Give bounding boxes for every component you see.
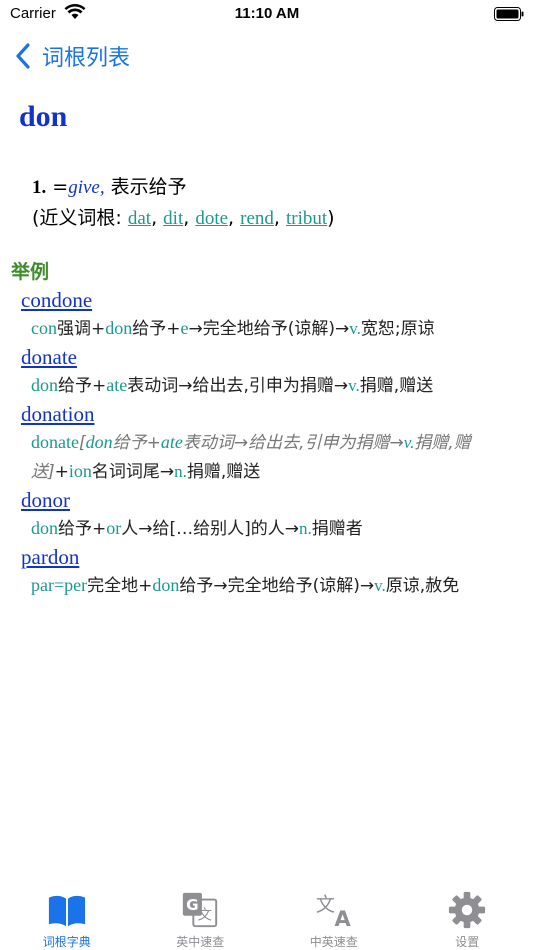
part-of-speech: n. [299, 519, 312, 538]
tab-settings[interactable]: 设置 [401, 880, 534, 950]
battery-icon [494, 7, 524, 21]
root-part: don [152, 575, 180, 595]
tab-label: 词根字典 [42, 935, 91, 949]
desc-part: 名词词尾→ [91, 462, 175, 482]
synonym-line: (近义词根: dat, dit, dote, rend, tribut) [32, 207, 335, 229]
root-part: don [31, 375, 58, 395]
example-word-pardon[interactable]: pardon [21, 543, 521, 571]
gear-icon [449, 891, 486, 929]
desc-part: →完全地给予(谅解)→ [188, 319, 350, 339]
example-desc-condone: con强调+don给予+e→完全地给予(谅解)→v.宽恕;原谅 [31, 314, 521, 343]
desc-part: 给予+ [132, 319, 181, 339]
root-part: don [85, 432, 113, 452]
part-of-speech: v. [348, 376, 360, 395]
desc-part: 捐赠,赠送 [186, 462, 261, 482]
example-word-donor[interactable]: donor [21, 486, 521, 514]
synonym-link-tribut[interactable]: tribut [286, 208, 327, 229]
example-desc-pardon: par=per完全地+don给予→完全地给予(谅解)→v.原谅,赦免 [31, 571, 521, 600]
desc-part: 人→给[…给别人]的人→ [121, 519, 300, 539]
root-part: per [64, 575, 88, 595]
svg-text:A: A [334, 907, 351, 930]
root-part: donate [31, 432, 79, 452]
desc-part: 捐赠者 [311, 519, 363, 539]
meaning-equals: = [52, 176, 69, 198]
part-of-speech: v. [374, 576, 386, 595]
desc-part: 原谅,赦免 [385, 576, 460, 596]
meaning-give: give, [68, 177, 105, 198]
example-word-donate[interactable]: donate [21, 343, 521, 371]
part-of-speech: v. [349, 319, 361, 338]
part-of-speech: n. [174, 462, 187, 481]
desc-part: 宽恕;原谅 [360, 319, 435, 339]
svg-text:G: G [186, 896, 199, 914]
synonym-prefix: (近义词根: [32, 207, 128, 229]
desc-part: 完全地+ [87, 576, 153, 596]
examples-header: 举例 [11, 261, 50, 283]
status-time: 11:10 AM [234, 5, 300, 22]
desc-part: + [54, 462, 69, 482]
synonym-link-dat[interactable]: dat [128, 208, 151, 229]
part-of-speech: v. [403, 433, 415, 452]
example-desc-donate: don给予+ate表动词→给出去,引申为捐赠→v.捐赠,赠送 [31, 371, 521, 400]
tab-root-dictionary[interactable]: 词根字典 [0, 880, 134, 950]
examples-list: condone con强调+don给予+e→完全地给予(谅解)→v.宽恕;原谅 … [21, 286, 521, 600]
root-part: or [106, 518, 122, 538]
meaning-line: 1. =give, 表示给予 [32, 172, 335, 203]
tab-en-cn-lookup[interactable]: 文 G 英中速查 [134, 880, 268, 950]
back-button-label: 词根列表 [42, 46, 131, 71]
root-part: ion [68, 461, 92, 481]
root-part: don [105, 318, 133, 338]
navigation-bar: 词根列表 [0, 30, 534, 80]
desc-part: 给予→完全地给予(谅解)→ [179, 576, 375, 596]
root-part: par [31, 575, 54, 595]
meaning-block: 1. =give, 表示给予 (近义词根: dat, dit, dote, re… [32, 172, 335, 234]
meaning-number: 1. [32, 177, 47, 198]
back-button[interactable]: 词根列表 [14, 40, 130, 72]
root-title: don [19, 100, 68, 133]
synonym-link-rend[interactable]: rend [240, 208, 274, 229]
translate-a-icon: 文 A [316, 894, 352, 930]
bracket: [ [78, 433, 86, 453]
meaning-text: 表示给予 [104, 176, 187, 198]
example-word-donation[interactable]: donation [21, 400, 521, 428]
desc-part: 给予+ [58, 519, 107, 539]
synonym-link-dit[interactable]: dit [163, 208, 183, 229]
translate-g-icon: 文 G [183, 892, 218, 928]
example-desc-donor: don给予+or人→给[…给别人]的人→n.捐赠者 [31, 514, 521, 543]
root-part: e [180, 318, 189, 338]
svg-text:文: 文 [316, 894, 335, 916]
desc-part: 强调+ [57, 319, 106, 339]
chevron-left-icon [16, 43, 30, 69]
tab-label: 中英速查 [309, 935, 358, 949]
book-icon [48, 895, 85, 927]
root-part: = [53, 575, 65, 595]
status-bar: Carrier 11:10 AM [0, 0, 534, 28]
example-desc-donation: donate[don给予+ate表动词→给出去,引申为捐赠→v.捐赠,赠送]+i… [31, 428, 521, 486]
example-word-condone[interactable]: condone [21, 286, 521, 314]
root-part: ate [160, 432, 183, 452]
root-part: ate [106, 375, 128, 395]
desc-part: 表动词→给出去,引申为捐赠→ [127, 376, 349, 396]
tab-label: 设置 [455, 935, 480, 949]
root-part: con [31, 318, 57, 338]
synonym-link-dote[interactable]: dote [195, 208, 228, 229]
root-part: don [31, 518, 58, 538]
desc-part: 表动词→给出去,引申为捐赠→ [182, 433, 404, 453]
synonym-suffix: ) [327, 207, 335, 229]
tab-label: 英中速查 [176, 935, 225, 949]
tab-bar: 词根字典 文 G 英中速查 文 A 中英速查 设置 [0, 880, 534, 950]
desc-part: 捐赠,赠送 [359, 376, 434, 396]
desc-part: 给予+ [58, 376, 107, 396]
tab-cn-en-lookup[interactable]: 文 A 中英速查 [267, 880, 401, 950]
desc-part: 给予+ [112, 433, 161, 453]
